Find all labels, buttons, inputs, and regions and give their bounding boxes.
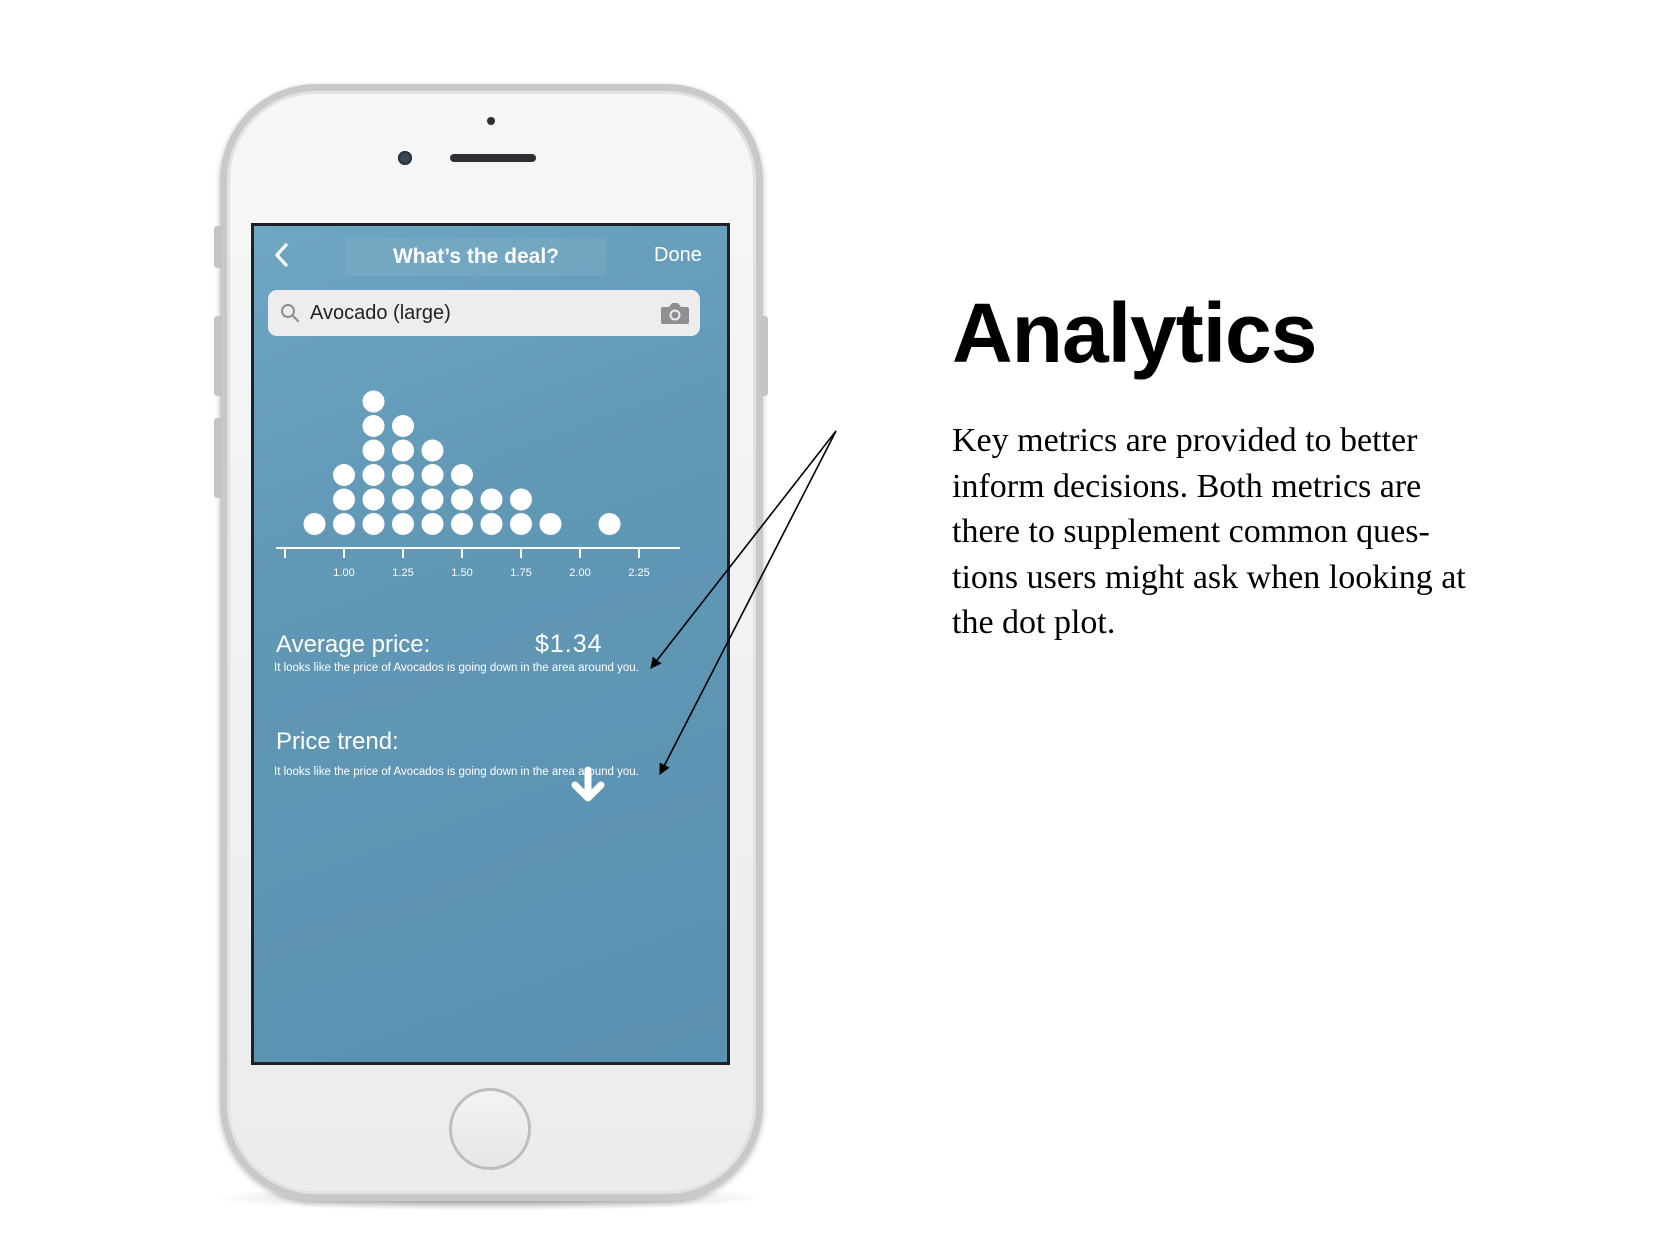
data-dot	[333, 488, 355, 511]
data-dot	[392, 488, 414, 511]
data-dot	[421, 513, 444, 535]
data-dot	[362, 439, 385, 462]
data-dot	[421, 439, 444, 462]
front-camera	[398, 151, 412, 165]
power-button	[760, 316, 768, 396]
description-line: tions users might ask when looking at	[952, 558, 1466, 596]
x-tick-label: 1.75	[510, 567, 531, 579]
average-price-label: Average price:	[276, 631, 431, 658]
data-dot	[362, 390, 385, 413]
chevron-left-icon	[275, 243, 288, 267]
description-line: inform decisions. Both metrics are	[952, 467, 1422, 505]
back-button[interactable]	[270, 240, 296, 270]
price-trend-note: It looks like the price of Avocados is g…	[274, 766, 639, 778]
data-dot	[362, 488, 385, 511]
description-line: there to supplement common ques-	[952, 513, 1430, 550]
average-price-value: $1.34	[535, 630, 603, 658]
data-dot	[451, 488, 473, 511]
search-icon	[281, 304, 300, 323]
data-dot	[392, 513, 414, 535]
data-dot	[392, 464, 414, 486]
app-screen: What’s the deal? Done Avocado (large) 1.…	[251, 223, 730, 1065]
data-dot	[333, 513, 355, 535]
mute-switch	[214, 226, 222, 268]
page-title: What’s the deal?	[346, 238, 606, 276]
camera-icon[interactable]	[660, 300, 690, 326]
description-line: the dot plot.	[952, 604, 1116, 641]
data-dot	[451, 513, 473, 535]
data-dot	[362, 513, 385, 535]
done-button[interactable]: Done	[654, 244, 702, 267]
data-dot	[598, 513, 621, 535]
search-bar[interactable]: Avocado (large)	[268, 290, 700, 336]
x-tick-label: 2.25	[628, 567, 649, 579]
data-dot	[333, 464, 355, 486]
data-dot	[480, 513, 503, 535]
x-tick-label: 1.50	[451, 567, 472, 579]
x-tick-label: 1.00	[333, 567, 354, 579]
data-dot	[421, 464, 444, 486]
x-tick-label: 2.00	[569, 567, 590, 579]
description-line: Key metrics are provided to better	[952, 422, 1418, 459]
proximity-sensor	[487, 117, 495, 125]
data-dot	[303, 513, 326, 535]
dot-plot-chart: 1.00 1.25 1.50 1.75 2.00 2.25	[276, 390, 680, 579]
search-input[interactable]: Avocado (large)	[310, 302, 451, 325]
data-dot	[510, 513, 532, 535]
volume-up-button	[214, 316, 222, 396]
slide-heading: Analytics	[952, 286, 1317, 380]
data-dot	[362, 415, 385, 437]
data-dot	[392, 439, 414, 462]
x-tick-label: 1.25	[392, 567, 413, 579]
data-dot	[421, 488, 444, 511]
average-price-note: It looks like the price of Avocados is g…	[274, 662, 639, 674]
volume-down-button	[214, 418, 222, 498]
slide-description: Key metrics are provided to better infor…	[952, 418, 1532, 646]
data-dot	[539, 513, 562, 535]
data-dot	[362, 464, 385, 486]
data-dot	[392, 415, 414, 437]
data-dot	[480, 488, 503, 511]
home-button[interactable]	[449, 1088, 531, 1170]
earpiece-speaker	[450, 154, 536, 162]
price-trend-label: Price trend:	[276, 728, 399, 755]
data-dot	[510, 488, 532, 511]
data-dot	[451, 464, 473, 486]
